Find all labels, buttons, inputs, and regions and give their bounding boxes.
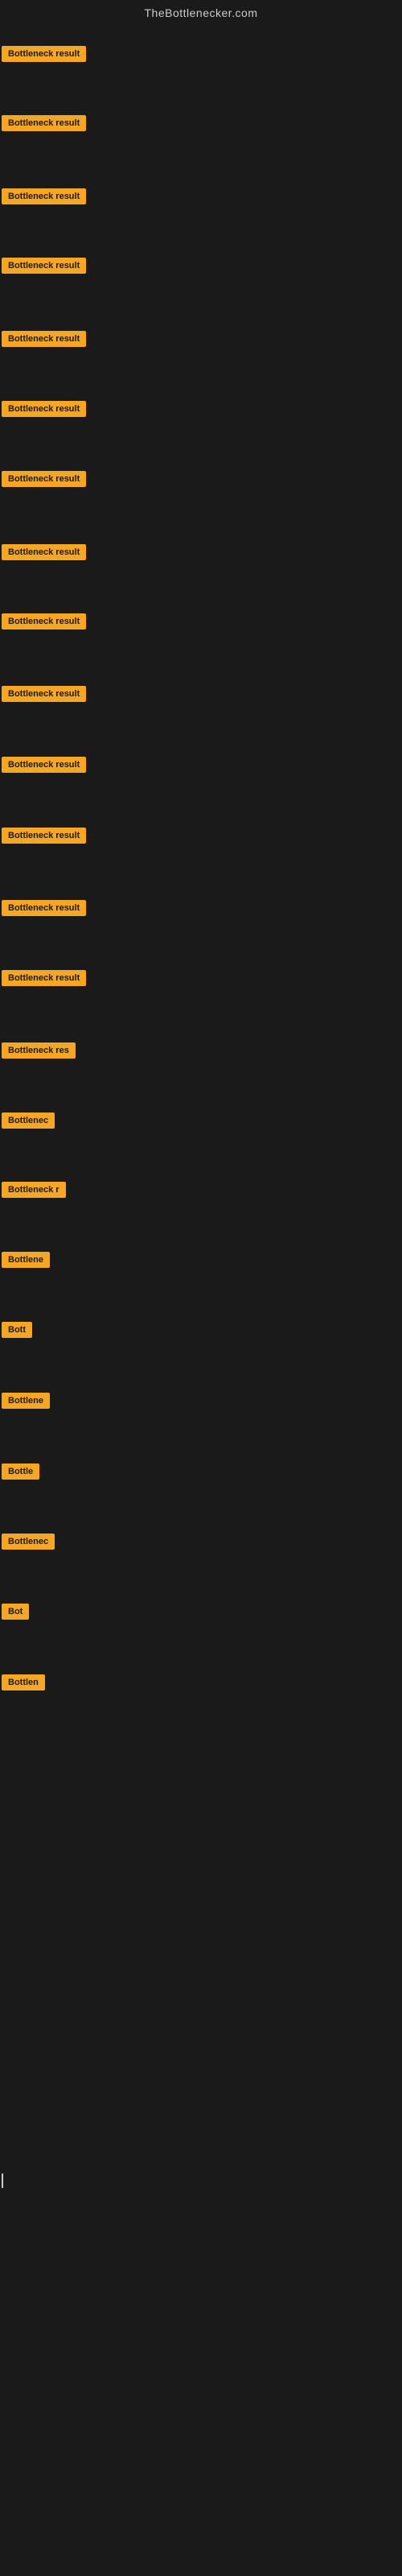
bottleneck-badge: Bottleneck r: [2, 1182, 66, 1198]
bottleneck-badge: Bottleneck result: [2, 828, 86, 844]
bottleneck-item[interactable]: Bottleneck result: [2, 401, 86, 421]
bottleneck-badge: Bottleneck result: [2, 46, 86, 62]
bottleneck-badge: Bottlene: [2, 1252, 50, 1268]
cursor-line: [2, 2174, 3, 2188]
bottleneck-item[interactable]: Bottle: [2, 1463, 39, 1484]
bottleneck-item[interactable]: Bottlenec: [2, 1534, 55, 1554]
bottleneck-badge: Bottleneck res: [2, 1042, 76, 1059]
bottleneck-badge: Bottleneck result: [2, 757, 86, 773]
bottleneck-badge: Bottlene: [2, 1393, 50, 1409]
bottleneck-badge: Bottleneck result: [2, 900, 86, 916]
bottleneck-item[interactable]: Bottleneck result: [2, 188, 86, 208]
bottleneck-item[interactable]: Bottleneck result: [2, 115, 86, 135]
bottleneck-item[interactable]: Bottleneck result: [2, 686, 86, 706]
bottleneck-item[interactable]: Bott: [2, 1322, 32, 1342]
bottleneck-item[interactable]: Bottleneck res: [2, 1042, 76, 1063]
bottleneck-badge: Bottleneck result: [2, 471, 86, 487]
bottleneck-badge: Bottleneck result: [2, 401, 86, 417]
bottleneck-badge: Bottleneck result: [2, 258, 86, 274]
bottleneck-item[interactable]: Bottleneck result: [2, 471, 86, 491]
bottleneck-badge: Bottlenec: [2, 1534, 55, 1550]
bottleneck-item[interactable]: Bottleneck result: [2, 258, 86, 278]
bottleneck-item[interactable]: Bot: [2, 1604, 29, 1624]
bottleneck-badge: Bot: [2, 1604, 29, 1620]
bottleneck-item[interactable]: Bottleneck result: [2, 900, 86, 920]
bottleneck-badge: Bottleneck result: [2, 613, 86, 630]
bottleneck-badge: Bottlenec: [2, 1113, 55, 1129]
bottleneck-item[interactable]: Bottlen: [2, 1674, 45, 1695]
bottleneck-item[interactable]: Bottleneck r: [2, 1182, 66, 1202]
bottleneck-badge: Bottleneck result: [2, 970, 86, 986]
bottleneck-badge: Bottleneck result: [2, 188, 86, 204]
bottleneck-item[interactable]: Bottleneck result: [2, 757, 86, 777]
bottleneck-item[interactable]: Bottleneck result: [2, 828, 86, 848]
site-title: TheBottlenecker.com: [144, 6, 257, 19]
bottleneck-item[interactable]: Bottleneck result: [2, 970, 86, 990]
bottleneck-item[interactable]: Bottleneck result: [2, 544, 86, 564]
site-header: TheBottlenecker.com: [0, 0, 402, 29]
bottleneck-badge: Bottleneck result: [2, 686, 86, 702]
bottleneck-item[interactable]: Bottleneck result: [2, 46, 86, 66]
bottleneck-badge: Bott: [2, 1322, 32, 1338]
bottleneck-item[interactable]: Bottleneck result: [2, 613, 86, 634]
bottleneck-badge: Bottleneck result: [2, 544, 86, 560]
bottleneck-badge: Bottlen: [2, 1674, 45, 1690]
bottleneck-item[interactable]: Bottlenec: [2, 1113, 55, 1133]
bottleneck-item[interactable]: Bottleneck result: [2, 331, 86, 351]
bottleneck-item[interactable]: Bottlene: [2, 1393, 50, 1413]
bottleneck-badge: Bottleneck result: [2, 115, 86, 131]
bottleneck-item[interactable]: Bottlene: [2, 1252, 50, 1272]
bottleneck-badge: Bottle: [2, 1463, 39, 1480]
bottleneck-badge: Bottleneck result: [2, 331, 86, 347]
